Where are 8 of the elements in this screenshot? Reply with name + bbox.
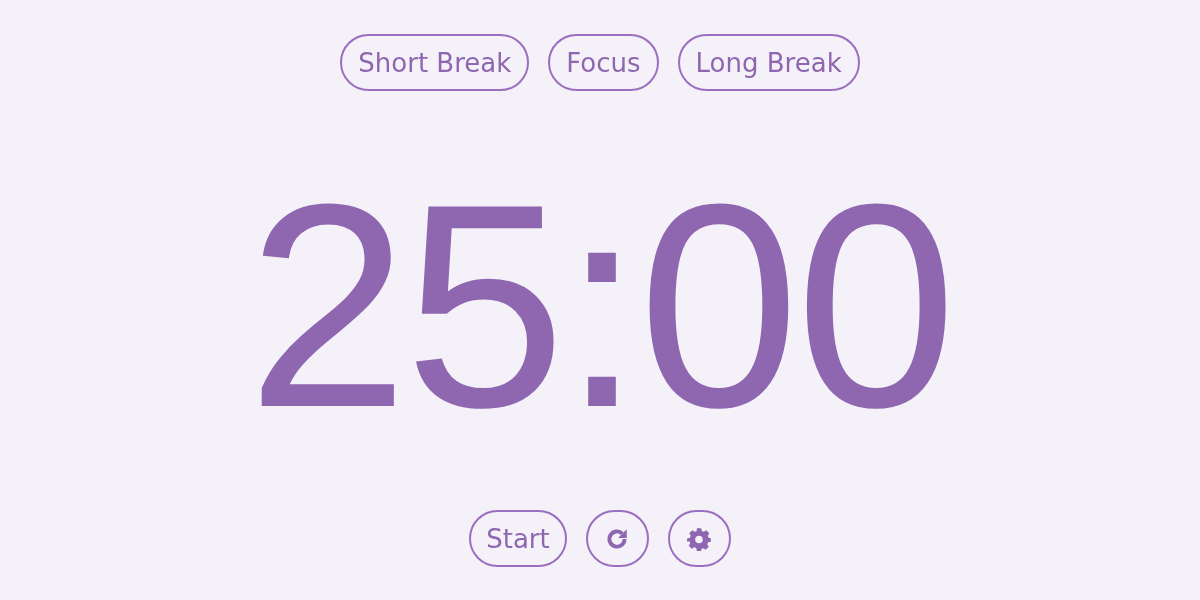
timer-display: 25:00 <box>247 159 953 450</box>
settings-icon <box>686 525 713 552</box>
reset-button[interactable] <box>585 510 649 567</box>
mode-tab[interactable]: Long Break <box>677 34 860 91</box>
mode-tab[interactable]: Focus <box>548 34 659 91</box>
start-button[interactable]: Start <box>469 510 567 567</box>
settings-button[interactable] <box>667 510 731 567</box>
mode-tab[interactable]: Short Break <box>340 34 530 91</box>
